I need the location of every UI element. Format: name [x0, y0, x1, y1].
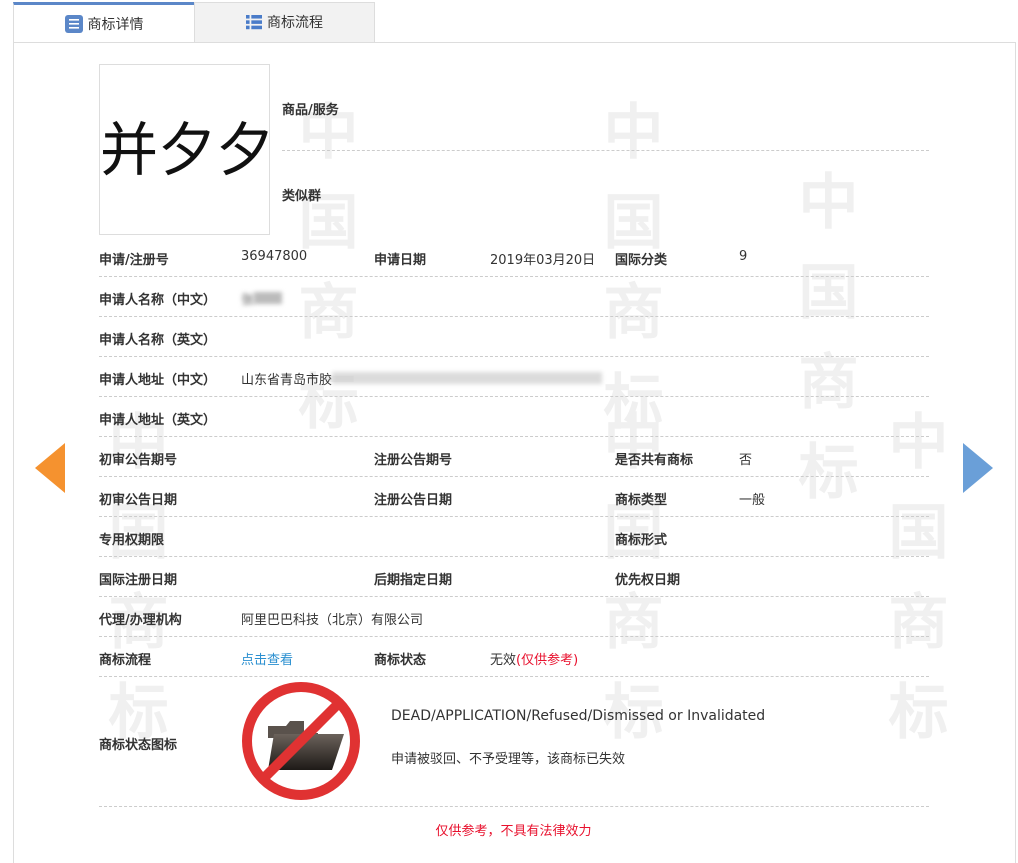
divider: [99, 556, 929, 557]
prelim-date-label: 初审公告日期: [99, 493, 178, 508]
address-en-label: 申请人地址（英文）: [99, 413, 217, 428]
disclaimer: 仅供参考，不具有法律效力: [435, 824, 592, 839]
next-arrow-icon[interactable]: [963, 443, 993, 493]
applicant-cn-label: 申请人名称（中文）: [99, 293, 217, 308]
app-date-value: 2019年03月20日: [490, 253, 596, 268]
divider: [99, 596, 929, 597]
tab-bar: 商标详情 商标流程: [13, 2, 1015, 44]
shared-value: 否: [739, 453, 753, 468]
tab-trademark-details[interactable]: 商标详情: [13, 2, 194, 44]
reg-no-label: 申请/注册号: [99, 253, 169, 268]
priority-date-label: 优先权日期: [615, 573, 681, 588]
address-cn-label: 申请人地址（中文）: [99, 373, 217, 388]
reg-issue-label: 注册公告期号: [374, 453, 453, 468]
status-description-cn: 申请被驳回、不予受理等，该商标已失效: [391, 752, 626, 767]
tab-label: 商标详情: [87, 17, 144, 33]
divider: [282, 150, 929, 151]
address-cn-value: 山东省青岛市胶: [241, 369, 603, 388]
divider: [99, 636, 929, 637]
divider: [99, 276, 929, 277]
tm-type-label: 商标类型: [615, 493, 668, 508]
intl-class-label: 国际分类: [615, 253, 668, 268]
status-label: 商标状态: [374, 653, 427, 668]
tab-trademark-process[interactable]: 商标流程: [194, 2, 375, 43]
divider: [99, 316, 929, 317]
no-folder-status-icon: [242, 682, 360, 800]
grid-list-icon: [246, 15, 262, 30]
similar-group-label: 类似群: [282, 189, 322, 204]
shared-label: 是否共有商标: [615, 453, 694, 468]
applicant-en-label: 申请人名称（英文）: [99, 333, 217, 348]
later-date-label: 后期指定日期: [374, 573, 453, 588]
divider: [99, 436, 929, 437]
intl-reg-date-label: 国际注册日期: [99, 573, 178, 588]
goods-label: 商品/服务: [282, 103, 339, 118]
agency-label: 代理/办理机构: [99, 613, 182, 628]
tab-label: 商标流程: [267, 15, 323, 31]
divider: [99, 676, 929, 677]
status-icon-label: 商标状态图标: [99, 738, 178, 753]
trademark-image: 并夕夕: [99, 64, 270, 235]
reg-date-label: 注册公告日期: [374, 493, 453, 508]
exclusive-term-label: 专用权期限: [99, 533, 165, 548]
reg-no-value: 36947800: [241, 249, 308, 264]
tm-type-value: 一般: [739, 493, 766, 508]
status-value: 无效(仅供参考): [490, 653, 579, 668]
divider: [99, 356, 929, 357]
view-process-link[interactable]: 点击查看: [241, 649, 293, 668]
intl-class-value: 9: [739, 249, 748, 264]
applicant-cn-value: 张: [241, 289, 283, 308]
divider: [99, 396, 929, 397]
divider: [99, 806, 929, 807]
document-list-icon: [64, 15, 83, 33]
previous-arrow-icon[interactable]: [35, 443, 65, 493]
status-description-en: DEAD/APPLICATION/Refused/Dismissed or In…: [391, 708, 766, 724]
divider: [99, 476, 929, 477]
divider: [99, 516, 929, 517]
prelim-issue-label: 初审公告期号: [99, 453, 178, 468]
app-date-label: 申请日期: [374, 253, 427, 268]
process-label: 商标流程: [99, 653, 152, 668]
tm-form-label: 商标形式: [615, 533, 668, 548]
agency-value: 阿里巴巴科技（北京）有限公司: [241, 613, 424, 628]
